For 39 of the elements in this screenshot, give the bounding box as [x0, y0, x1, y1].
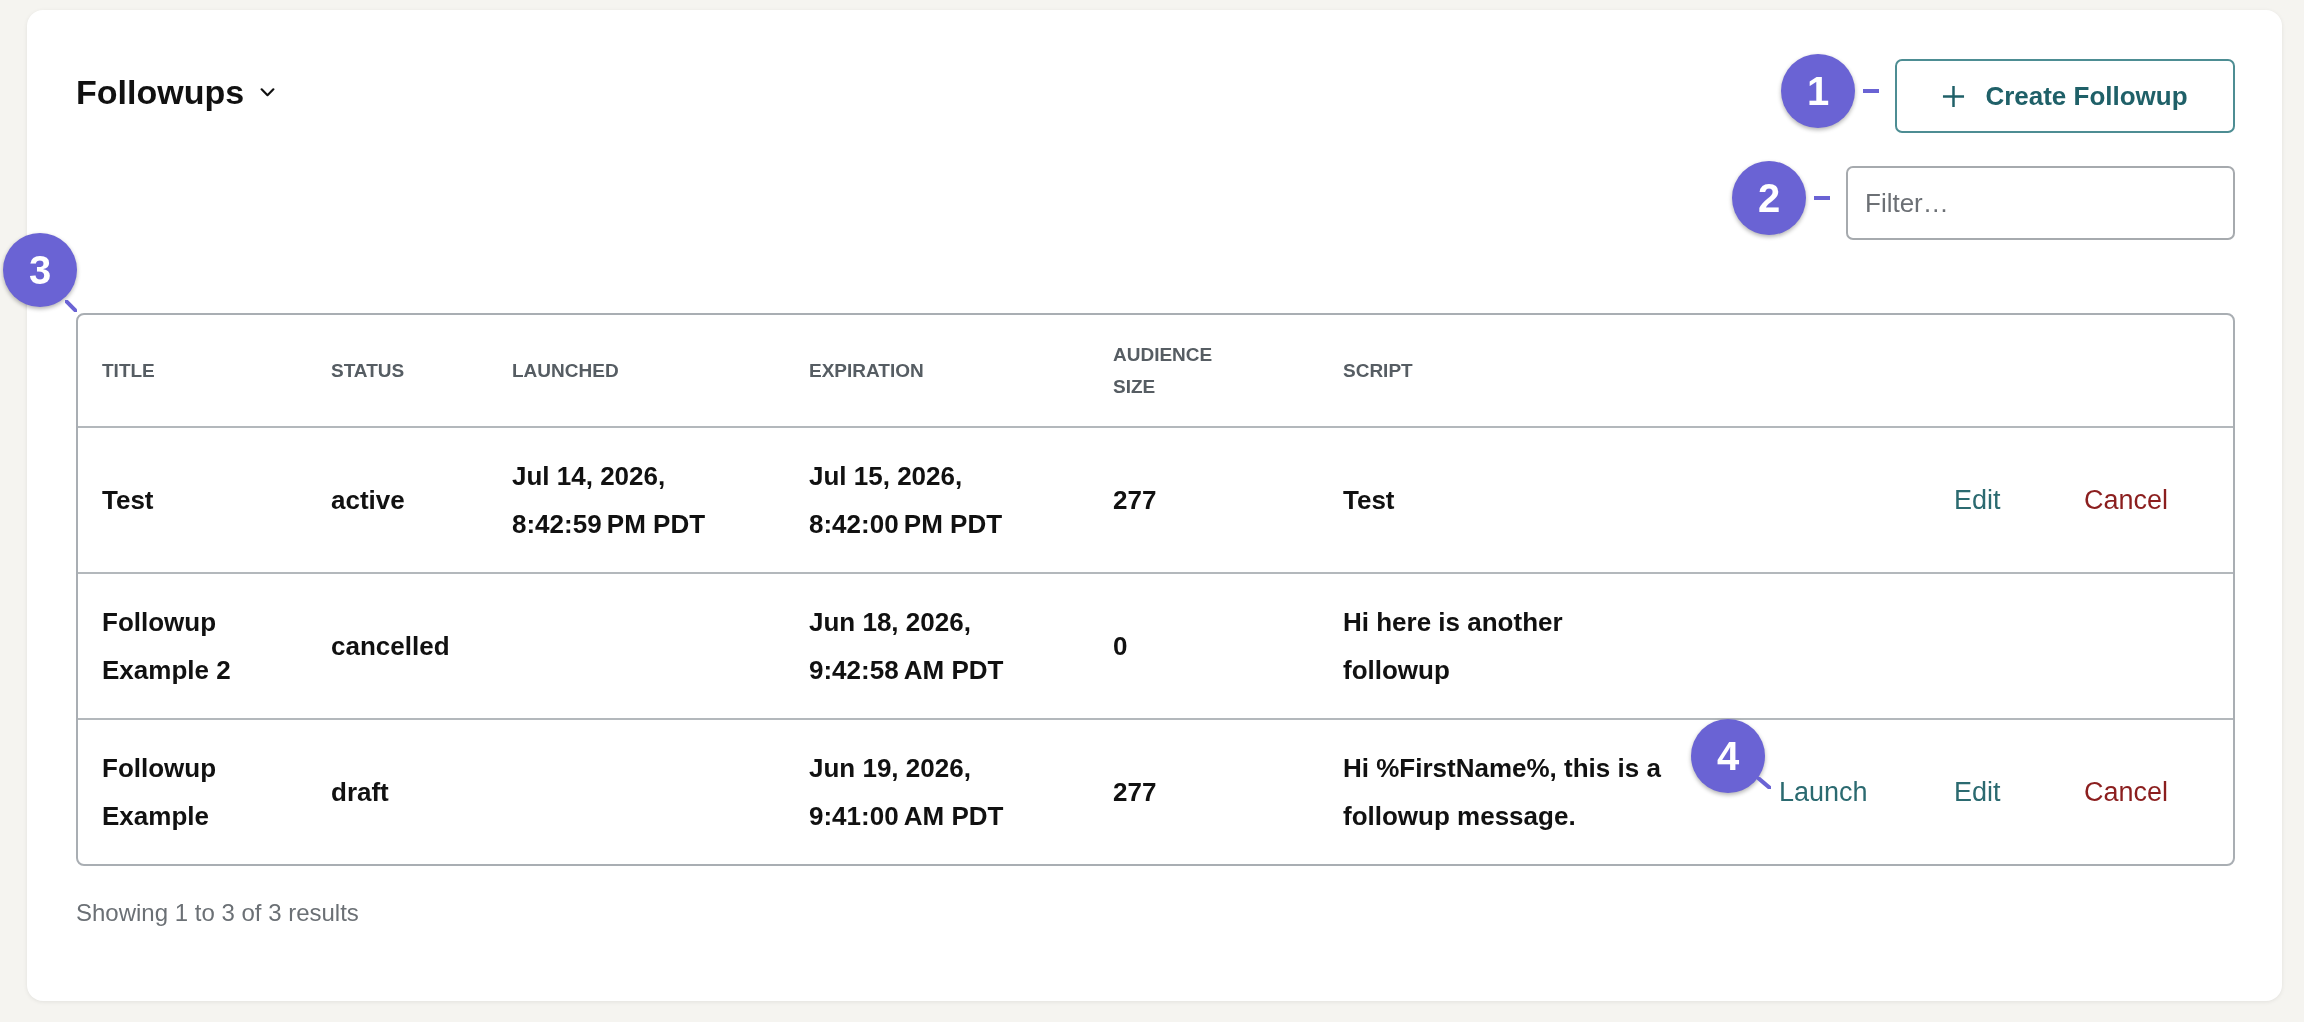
edit-link[interactable]: Edit	[1954, 776, 2001, 808]
plus-icon	[1942, 84, 1966, 108]
table-cell: Hi here is another followup	[1343, 607, 1563, 685]
column-header: AUDIENCE SIZE	[1113, 343, 1213, 397]
table-cell: draft	[331, 777, 389, 807]
column-header: LAUNCHED	[512, 359, 619, 381]
column-header: SCRIPT	[1343, 359, 1413, 381]
create-followup-button[interactable]: Create Followup	[1895, 59, 2235, 133]
step-marker: 1	[1781, 54, 1855, 128]
page-title-dropdown[interactable]: Followups	[76, 72, 276, 112]
leader-line	[1757, 777, 1771, 789]
launch-link[interactable]: Launch	[1779, 776, 1868, 808]
column-header: EXPIRATION	[809, 359, 924, 381]
cancel-link[interactable]: Cancel	[2084, 484, 2169, 516]
step-marker: 3	[3, 233, 77, 307]
table-cell: Test	[1343, 485, 1395, 515]
table-cell: cancelled	[331, 631, 450, 661]
table-cell: Hi %FirstName%, this is a followup message.	[1343, 753, 1661, 831]
table-cell: Jun 18, 2026, 9:42:58 AM PDT	[809, 607, 1004, 685]
step-marker: 2	[1732, 161, 1806, 235]
chevron-down-icon	[260, 87, 276, 97]
table-cell: Jun 19, 2026, 9:41:00 AM PDT	[809, 753, 1004, 831]
cancel-link[interactable]: Cancel	[2084, 776, 2169, 808]
table-cell: Jul 15, 2026, 8:42:00 PM PDT	[809, 461, 1003, 539]
edit-link[interactable]: Edit	[1954, 484, 2001, 516]
table-cell: Followup Example 2	[102, 607, 231, 685]
column-header: STATUS	[331, 359, 405, 381]
table-cell: 277	[1113, 777, 1157, 807]
filter-field[interactable]: Filter…	[1846, 166, 2235, 240]
table-cell: 277	[1113, 485, 1157, 515]
leader-line	[65, 300, 77, 312]
table-cell: active	[331, 485, 405, 515]
column-header: TITLE	[102, 359, 155, 381]
table-cell: 0	[1113, 631, 1128, 661]
table-cell: Jul 14, 2026, 8:42:59 PM PDT	[512, 461, 706, 539]
table-cell: Test	[102, 485, 154, 515]
table-cell: Followup Example	[102, 753, 217, 831]
results-summary: Showing 1 to 3 of 3 results	[76, 899, 359, 927]
step-marker: 4	[1691, 719, 1765, 793]
